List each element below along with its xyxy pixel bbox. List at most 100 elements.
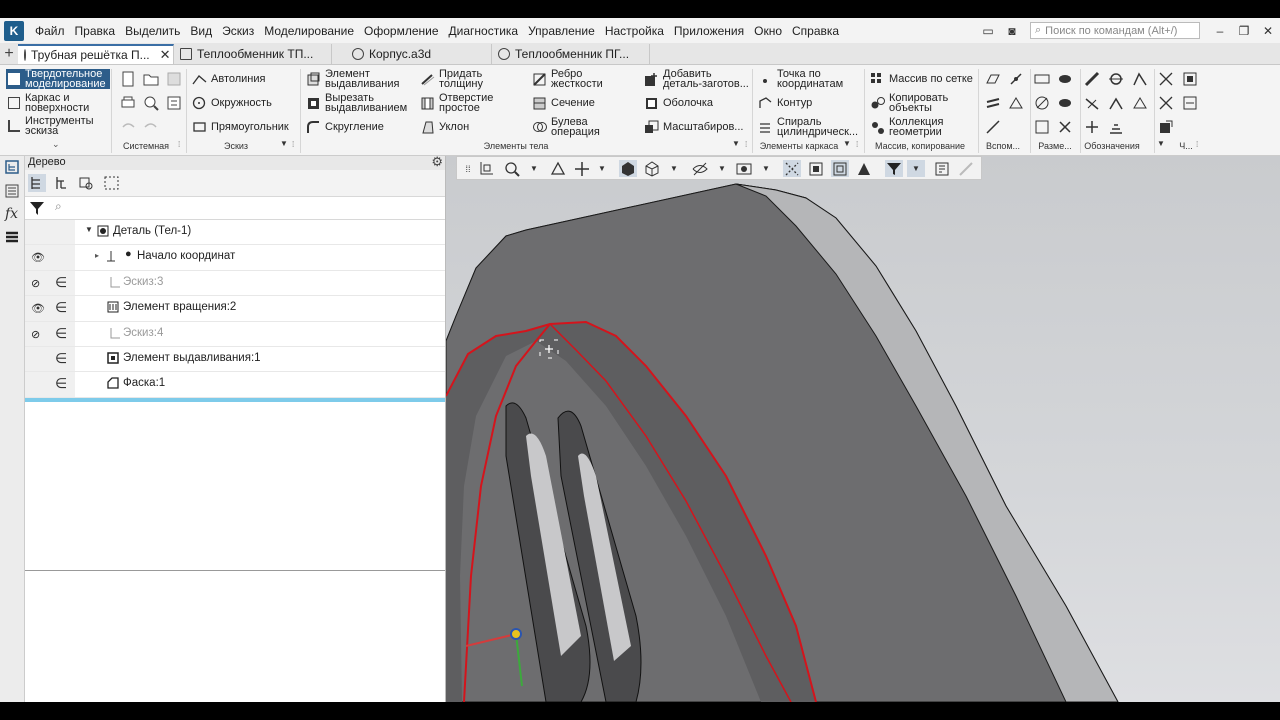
- aux-offset-plane-icon[interactable]: [985, 95, 1001, 111]
- screenshot-icon[interactable]: ◙: [1003, 23, 1021, 39]
- aux-angle-plane-icon[interactable]: [1008, 95, 1024, 111]
- snap-icon[interactable]: [783, 160, 801, 177]
- arc-dim-icon[interactable]: [1034, 119, 1050, 135]
- diameter-dim-icon[interactable]: [1034, 95, 1050, 111]
- save-icon[interactable]: [166, 71, 182, 87]
- menu-modeling[interactable]: Моделирование: [259, 24, 359, 38]
- menu-settings[interactable]: Настройка: [600, 24, 669, 38]
- chevron-down-icon[interactable]: ▼: [665, 160, 683, 177]
- section-view-icon[interactable]: [807, 160, 825, 177]
- scale-button[interactable]: Масштабиров...: [644, 120, 743, 134]
- group-options-icon[interactable]: ⁞: [178, 140, 180, 149]
- chevron-down-icon[interactable]: ▼: [280, 139, 288, 148]
- grid-array-button[interactable]: Массив по сетке: [870, 72, 973, 86]
- circle-button[interactable]: Окружность: [192, 96, 272, 110]
- redo-icon[interactable]: [143, 119, 159, 135]
- tab-close-icon[interactable]: ✕: [160, 47, 171, 63]
- group-options-icon[interactable]: ⁞: [1196, 140, 1198, 149]
- pick-icon[interactable]: [957, 160, 975, 177]
- group-options-icon[interactable]: ⁞: [856, 140, 858, 149]
- chevron-down-icon[interactable]: ▼: [593, 160, 611, 177]
- tree-row-origin[interactable]: 👁 ▸ ● Начало координат: [25, 245, 445, 271]
- copy-objects-button[interactable]: Копировать объекты: [870, 93, 953, 114]
- command-search-input[interactable]: ⌕ Поиск по командам (Alt+/): [1030, 22, 1200, 39]
- section-button[interactable]: Сечение: [532, 96, 595, 110]
- tree-row-revolve[interactable]: 👁 ∈ Элемент вращения:2: [25, 296, 445, 322]
- layers-icon[interactable]: [5, 230, 19, 244]
- menu-diagnostics[interactable]: Диагностика: [444, 24, 524, 38]
- aux-axis-icon[interactable]: [1008, 71, 1024, 87]
- zoom-fit-icon[interactable]: [477, 160, 495, 177]
- tree-row-extrude[interactable]: ∈ Элемент выдавливания:1: [25, 346, 445, 373]
- filter-icon[interactable]: [29, 200, 45, 216]
- expand-icon[interactable]: ▸: [95, 251, 99, 260]
- wireframe-view-icon[interactable]: [643, 160, 661, 177]
- tree-history-icon[interactable]: [53, 174, 69, 192]
- tab-document-2[interactable]: Теплообменник ТП...: [174, 44, 332, 64]
- auto-dim-icon[interactable]: [1057, 119, 1073, 135]
- orientation-icon[interactable]: [855, 160, 873, 177]
- tab-document-3[interactable]: Корпус.a3d: [332, 44, 492, 64]
- 3d-viewport[interactable]: ⁞⁞ ▼ ▼ ▼ ▼ ▼ ▼: [446, 156, 1280, 702]
- group-options-icon[interactable]: ⁞: [745, 140, 747, 149]
- print-icon[interactable]: [120, 95, 136, 111]
- boolean-button[interactable]: Булева операция: [532, 117, 607, 138]
- spec-icon[interactable]: [1158, 71, 1174, 87]
- report-icon[interactable]: [1182, 95, 1198, 111]
- close-icon[interactable]: ✕: [1259, 23, 1277, 39]
- radial-dim-icon[interactable]: [1057, 71, 1073, 87]
- eye-visible-icon[interactable]: 👁: [31, 302, 45, 315]
- perspective-icon[interactable]: [831, 160, 849, 177]
- roughness-mark-icon[interactable]: [1132, 71, 1148, 87]
- eye-hidden-icon[interactable]: ⊘: [31, 328, 40, 341]
- collapse-modes-icon[interactable]: ⌄: [52, 139, 60, 150]
- eye-visible-icon[interactable]: 👁: [31, 251, 45, 264]
- new-tab-icon[interactable]: +: [0, 44, 18, 64]
- menu-file[interactable]: Файл: [30, 24, 70, 38]
- eye-hidden-icon[interactable]: ⊘: [31, 277, 40, 290]
- menu-apps[interactable]: Приложения: [669, 24, 749, 38]
- rotate-icon[interactable]: [549, 160, 567, 177]
- leader-mark-icon[interactable]: [1084, 95, 1100, 111]
- mode-sketch-tools[interactable]: Инструменты эскиза: [6, 116, 110, 137]
- mode-solid-modeling[interactable]: Твердотельное моделирование: [6, 69, 110, 90]
- rectangle-button[interactable]: Прямоугольник: [192, 120, 289, 134]
- chevron-down-icon[interactable]: ▼: [525, 160, 543, 177]
- tree-search-input[interactable]: ⌕: [51, 198, 443, 217]
- tree-panel-icon[interactable]: [5, 160, 19, 174]
- angle-dim-icon[interactable]: [1057, 95, 1073, 111]
- shaded-view-icon[interactable]: [619, 160, 637, 177]
- rib-button[interactable]: Ребро жесткости: [532, 69, 611, 90]
- base-mark-icon[interactable]: [1108, 71, 1124, 87]
- menu-window[interactable]: Окно: [749, 24, 787, 38]
- pan-icon[interactable]: [573, 160, 591, 177]
- menu-view[interactable]: Вид: [185, 24, 217, 38]
- open-folder-icon[interactable]: [143, 71, 159, 87]
- text-mark-icon[interactable]: [1108, 119, 1124, 135]
- filter-icon[interactable]: [885, 160, 903, 177]
- attributes-icon[interactable]: [1158, 95, 1174, 111]
- fillet-button[interactable]: Скругление: [306, 120, 384, 134]
- point-by-coords-button[interactable]: Точка по координатам: [758, 69, 861, 90]
- restore-icon[interactable]: ❐: [1235, 23, 1253, 39]
- menu-drafting[interactable]: Оформление: [359, 24, 443, 38]
- autoline-button[interactable]: Автолиния: [192, 72, 265, 86]
- tab-document-4[interactable]: Теплообменник ПГ...: [492, 44, 650, 64]
- menu-manage[interactable]: Управление: [523, 24, 600, 38]
- tab-document-1[interactable]: Трубная решётка П... ✕: [18, 44, 174, 64]
- add-workpiece-button[interactable]: Добавить деталь-заготов...: [644, 69, 751, 90]
- cut-extrude-button[interactable]: Вырезать выдавливанием: [306, 93, 411, 114]
- group-options-icon[interactable]: ⁞: [292, 140, 294, 149]
- thicken-button[interactable]: Придать толщину: [420, 69, 501, 90]
- menu-sketch[interactable]: Эскиз: [217, 24, 259, 38]
- chevron-down-icon[interactable]: ▼: [843, 139, 851, 148]
- cylindrical-spiral-button[interactable]: Спираль цилиндрическ...: [758, 117, 877, 138]
- tree-components-icon[interactable]: [77, 174, 95, 192]
- table-icon[interactable]: [1182, 71, 1198, 87]
- simple-hole-button[interactable]: Отверстие простое: [420, 93, 501, 114]
- undo-icon[interactable]: [120, 119, 136, 135]
- properties-icon[interactable]: [166, 95, 182, 111]
- linear-dim-icon[interactable]: [1034, 71, 1050, 87]
- minimize-icon[interactable]: –: [1211, 23, 1229, 39]
- measure-icon[interactable]: [933, 160, 951, 177]
